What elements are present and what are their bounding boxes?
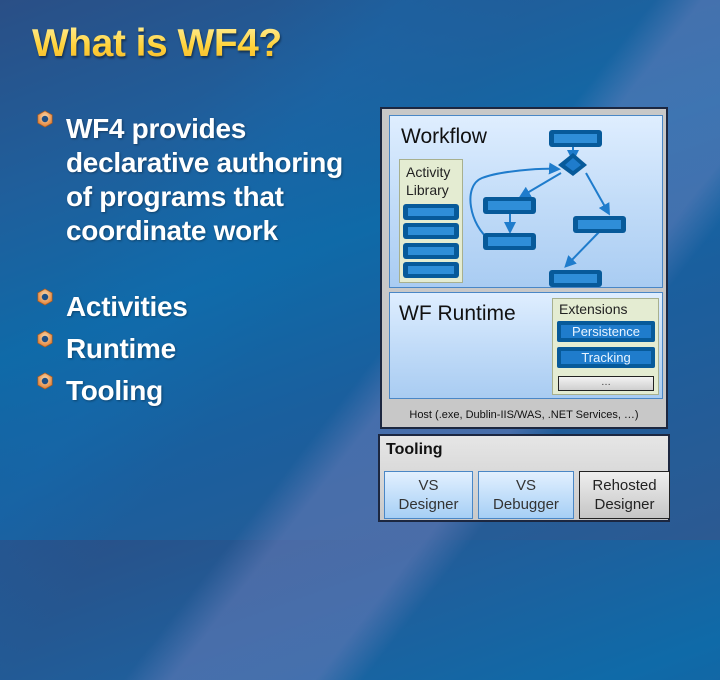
extensions-title: Extensions [559,301,628,317]
bullet-item: Runtime [36,330,376,366]
tool-label-line2: Designer [398,496,459,513]
tool-vs-debugger: VS Debugger [478,471,574,519]
bullet-text: WF4 provides declarative authoring of pr… [66,113,343,246]
bullet-list: WF4 provides declarative authoring of pr… [36,110,376,408]
tool-label-line1: VS [515,477,536,494]
activity-box [483,197,536,214]
extension-tracking: Tracking [557,347,655,368]
bullet-text: Activities [66,291,188,322]
runtime-box: WF Runtime Extensions Persistence Tracki… [389,292,663,399]
activity-box [549,270,602,287]
slide-title: What is WF4? [32,22,282,65]
hex-nut-bullet-icon [37,288,53,306]
extension-label: Tracking [581,350,631,365]
bullet-text: Tooling [66,375,163,406]
tool-label-line1: Rehosted [592,477,657,494]
architecture-diagram: Workflow Activity Library WF Runtime Ext… [380,107,668,429]
flow-arrow [585,172,610,216]
bullet-item: WF4 provides declarative authoring of pr… [36,110,376,248]
activity-box [573,216,626,233]
tool-vs-designer: VS Designer [384,471,473,519]
bullet-text: Runtime [66,333,176,364]
workflow-box: Workflow Activity Library [389,115,663,288]
flow-arrow [564,230,601,268]
hex-nut-bullet-icon [37,330,53,348]
bullet-item: Activities [36,288,376,324]
tool-rehosted-designer: Rehosted Designer [579,471,670,519]
hex-nut-bullet-icon [37,110,53,128]
hex-nut-bullet-icon [37,372,53,390]
tool-label-line1: VS [418,477,439,494]
extension-more: … [558,376,654,391]
extension-persistence: Persistence [557,321,655,342]
activity-box [549,130,602,147]
flow-arrow [518,172,562,199]
tooling-title: Tooling [386,441,443,458]
tooling-box: Tooling VS Designer VS Debugger Rehosted De… [378,434,670,522]
bullet-item: Tooling [36,372,376,408]
host-label: Host (.exe, Dublin-IIS/WAS, .NET Service… [409,409,639,421]
extension-label: Persistence [572,324,640,339]
extensions-box: Extensions Persistence Tracking … [552,298,659,395]
decision-diamond [558,153,587,176]
tool-label-line2: Debugger [493,496,559,513]
activity-box [483,233,536,250]
flowchart [469,130,626,287]
runtime-title: WF Runtime [399,302,516,325]
tool-label-line2: Designer [594,496,655,513]
